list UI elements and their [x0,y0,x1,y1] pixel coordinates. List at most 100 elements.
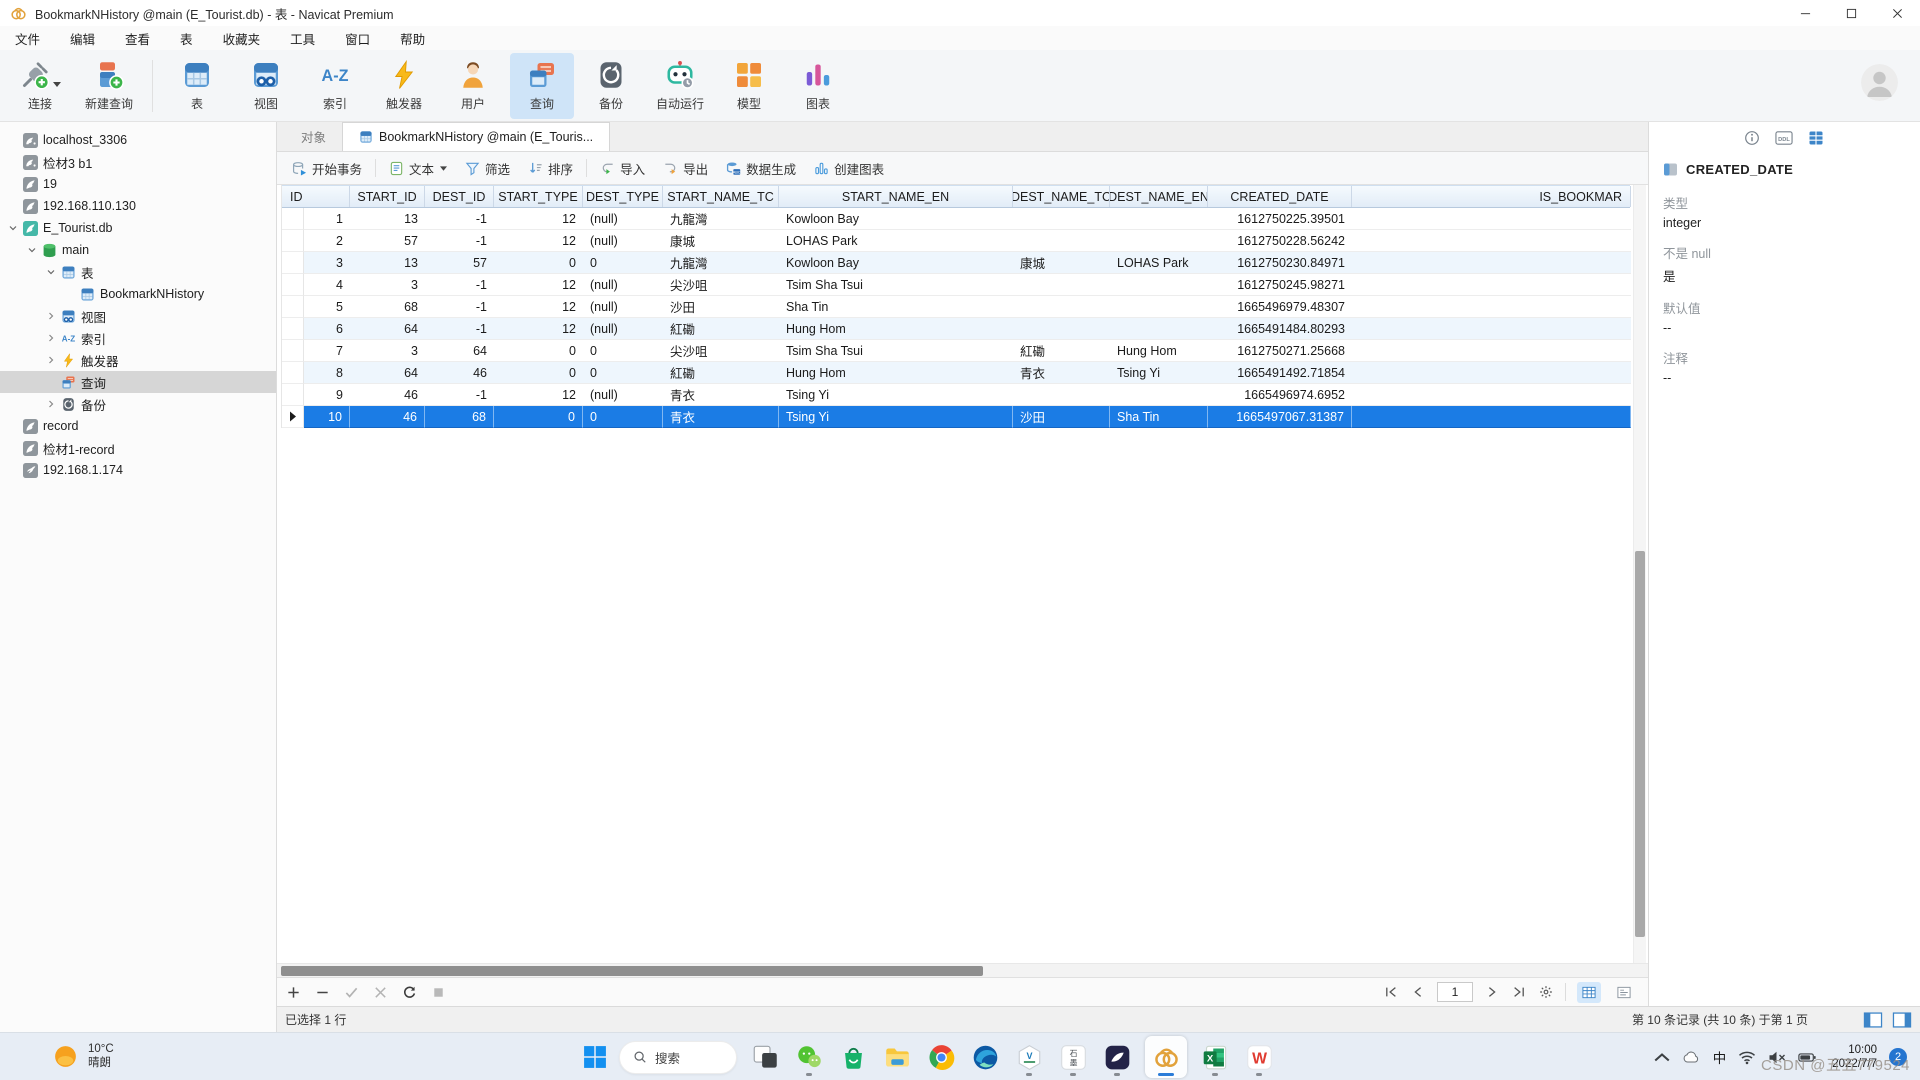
tab-objects[interactable]: 对象 [285,122,342,151]
tray-battery-icon[interactable] [1798,1050,1816,1065]
grid-cell-id[interactable]: 5 [304,296,350,318]
grid-cell-dest_name_en[interactable] [1110,384,1208,406]
grid-cell-dest_type[interactable]: 0 [583,252,663,274]
chevron-right-icon[interactable] [46,399,56,409]
column-header-dest_name_tc[interactable]: DEST_NAME_TC [1013,186,1110,207]
notification-badge[interactable]: 2 [1889,1048,1907,1066]
grid-cell-start_type[interactable]: 0 [494,362,583,384]
grid-cell-created_date[interactable]: 1612750271.25668 [1208,340,1352,362]
grid-cell-start_name_en[interactable]: Kowloon Bay [779,208,1013,230]
grid-cell-id[interactable]: 10 [304,406,350,428]
grid-cell-start_name_tc[interactable]: 沙田 [663,296,779,318]
grid-cell-dest_type[interactable]: (null) [583,274,663,296]
toolbar-automation-button[interactable]: 自动运行 [648,53,712,119]
grid-cell-created_date[interactable]: 1612750228.56242 [1208,230,1352,252]
toolbar-table-button[interactable]: 表 [165,53,229,119]
grid-cell-dest_name_en[interactable]: LOHAS Park [1110,252,1208,274]
toolbar-trigger-button[interactable]: 触发器 [372,53,436,119]
settings-gear-button[interactable] [1538,985,1554,999]
tree-item-192-168-1-174[interactable]: 192.168.1.174 [0,459,276,481]
table-row-2[interactable]: 257-112(null)康城LOHAS Park1612750228.5624… [282,230,1630,252]
filter-button[interactable]: 筛选 [456,152,519,184]
grid-cell-start_id[interactable]: 46 [350,406,425,428]
grid-cell-is_bookmark[interactable] [1352,208,1631,230]
grid-cell-id[interactable]: 4 [304,274,350,296]
tray-chevronup-icon[interactable] [1653,1050,1671,1065]
page-number-input[interactable]: 1 [1437,982,1473,1002]
tree-item-backups[interactable]: 备份 [0,393,276,415]
grid-cell-start_name_en[interactable]: Kowloon Bay [779,252,1013,274]
grid-cell-is_bookmark[interactable] [1352,296,1631,318]
taskbar-app-navicat[interactable] [1145,1036,1187,1078]
toolbar-view-button[interactable]: 视图 [234,53,298,119]
grid-cell-dest_name_tc[interactable]: 沙田 [1013,406,1110,428]
grid-cell-dest_name_tc[interactable] [1013,384,1110,406]
grid-cell-start_id[interactable]: 46 [350,384,425,406]
grid-panel-icon[interactable] [1807,130,1825,146]
tree-item-192-168-110-130[interactable]: 192.168.110.130 [0,195,276,217]
grid-view-button[interactable] [1577,982,1601,1003]
column-header-dest_id[interactable]: DEST_ID [425,186,494,207]
menu-help[interactable]: 帮助 [385,26,440,50]
grid-cell-start_name_en[interactable]: Tsim Sha Tsui [779,274,1013,296]
grid-cell-id[interactable]: 6 [304,318,350,340]
toolbar-connect-button[interactable]: 连接 [8,53,72,119]
grid-cell-dest_name_tc[interactable] [1013,230,1110,252]
table-row-3[interactable]: 3135700九龍灣Kowloon Bay康城LOHAS Park1612750… [282,252,1630,274]
grid-cell-created_date[interactable]: 1665496974.6952 [1208,384,1352,406]
grid-cell-dest_name_en[interactable] [1110,230,1208,252]
grid-cell-is_bookmark[interactable] [1352,362,1631,384]
tree-item-e-tourist-db[interactable]: E_Tourist.db [0,217,276,239]
grid-cell-dest_type[interactable]: 0 [583,406,663,428]
grid-cell-start_name_en[interactable]: Tsing Yi [779,406,1013,428]
toggle-left-panel-icon[interactable] [1863,1012,1883,1028]
chevron-right-icon[interactable] [46,355,56,365]
grid-cell-dest_name_en[interactable]: Tsing Yi [1110,362,1208,384]
grid-cell-created_date[interactable]: 1612750225.39501 [1208,208,1352,230]
info-icon[interactable] [1743,130,1761,146]
grid-cell-dest_type[interactable]: (null) [583,318,663,340]
grid-cell-dest_name_en[interactable]: Sha Tin [1110,406,1208,428]
chevron-right-icon[interactable] [46,333,56,343]
grid-cell-id[interactable]: 2 [304,230,350,252]
menu-table[interactable]: 表 [165,26,208,50]
grid-cell-dest_id[interactable]: 57 [425,252,494,274]
grid-cell-start_type[interactable]: 12 [494,274,583,296]
create-chart-button[interactable]: 创建图表 [805,152,893,184]
taskbar-app-wps[interactable]: W [1243,1036,1275,1078]
grid-cell-dest_type[interactable]: (null) [583,384,663,406]
grid-cell-start_type[interactable]: 12 [494,296,583,318]
column-header-start_name_en[interactable]: START_NAME_EN [779,186,1013,207]
grid-cell-id[interactable]: 8 [304,362,350,384]
column-header-id[interactable]: ID [282,186,350,207]
toolbar-backup-button[interactable]: 备份 [579,53,643,119]
grid-cell-start_type[interactable]: 0 [494,406,583,428]
grid-cell-created_date[interactable]: 1665497067.31387 [1208,406,1352,428]
grid-cell-start_name_tc[interactable]: 康城 [663,230,779,252]
grid-cell-dest_id[interactable]: 46 [425,362,494,384]
taskbar-app-darkapp[interactable] [1101,1036,1133,1078]
apply-changes-button[interactable] [344,985,359,1000]
table-row-8[interactable]: 8644600紅磡Hung Hom青衣Tsing Yi1665491492.71… [282,362,1630,384]
vertical-scrollbar-thumb[interactable] [1635,551,1645,937]
grid-cell-is_bookmark[interactable] [1352,384,1631,406]
user-avatar[interactable] [1861,64,1898,101]
taskbar-app-excel[interactable]: X [1199,1036,1231,1078]
grid-cell-created_date[interactable]: 1612750230.84971 [1208,252,1352,274]
maximize-button[interactable] [1828,0,1874,26]
grid-cell-dest_id[interactable]: -1 [425,230,494,252]
tree-item-19[interactable]: 19 [0,173,276,195]
column-header-created_date[interactable]: CREATED_DATE [1208,186,1352,207]
grid-cell-dest_name_en[interactable] [1110,296,1208,318]
column-header-start_type[interactable]: START_TYPE [494,186,583,207]
grid-cell-is_bookmark[interactable] [1352,318,1631,340]
grid-cell-created_date[interactable]: 1612750245.98271 [1208,274,1352,296]
taskbar-app-wechat[interactable] [793,1036,825,1078]
table-row-1[interactable]: 113-112(null)九龍灣Kowloon Bay1612750225.39… [282,208,1630,230]
tree-item-jiancai1-record[interactable]: 检材1-record [0,437,276,459]
tree-item-triggers[interactable]: 触发器 [0,349,276,371]
grid-cell-is_bookmark[interactable] [1352,406,1631,428]
menu-window[interactable]: 窗口 [330,26,385,50]
tree-item-localhost-3306[interactable]: localhost_3306 [0,129,276,151]
begin-transaction-button[interactable]: 开始事务 [283,152,371,184]
